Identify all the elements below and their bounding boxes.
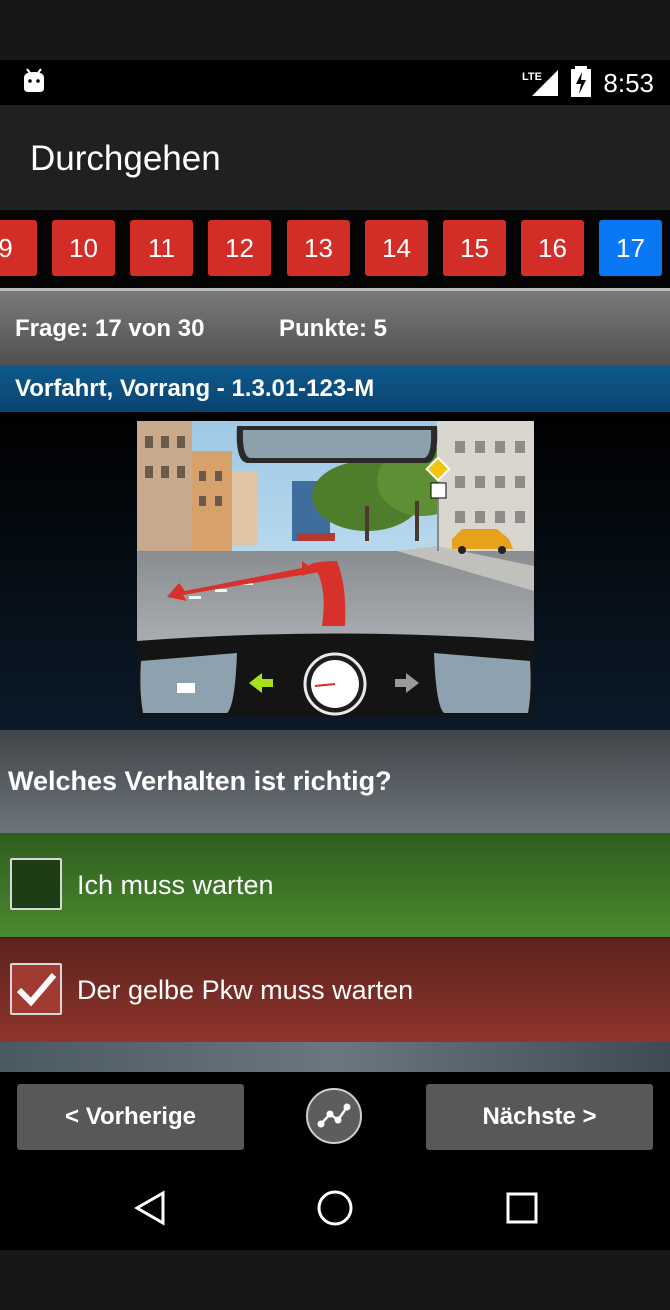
question-number-button[interactable]: 15 <box>443 220 506 276</box>
question-number-button[interactable]: 11 <box>130 220 193 276</box>
answer-label: Ich muss warten <box>77 870 274 900</box>
info-bar: Frage: 17 von 30 Punkte: 5 <box>0 291 670 365</box>
answer-checkbox-unchecked[interactable] <box>10 858 62 910</box>
chart-line-icon <box>317 1103 351 1128</box>
question-image <box>137 421 534 718</box>
points-counter: Punkte: 5 <box>279 315 388 342</box>
navigation-bar: < Vorherige Nächste > <box>0 1072 670 1164</box>
statistics-button[interactable] <box>306 1088 362 1144</box>
question-number-button-current[interactable]: 17 <box>599 220 662 276</box>
answer-checkbox-checked[interactable] <box>10 963 62 1015</box>
question-number-strip[interactable]: 9 10 11 12 13 14 15 16 17 <box>0 210 670 288</box>
system-navigation-bar <box>0 1164 670 1250</box>
android-icon <box>24 68 44 92</box>
top-spacer <box>0 0 670 60</box>
checkmark-icon <box>16 973 57 1007</box>
question-counter: Frage: 17 von 30 <box>15 315 205 342</box>
question-bar: Welches Verhalten ist richtig? <box>0 730 670 833</box>
app-bar: Durchgehen <box>0 105 670 210</box>
category-label: Vorfahrt, Vorrang - 1.3.01-123-M <box>15 375 375 402</box>
recents-icon[interactable] <box>502 1188 542 1228</box>
question-number-button[interactable]: 12 <box>208 220 271 276</box>
previous-button[interactable]: < Vorherige <box>17 1084 244 1150</box>
svg-text:LTE: LTE <box>522 71 542 83</box>
lte-signal-icon: LTE <box>522 70 558 96</box>
content-footer-gap <box>0 1042 670 1072</box>
question-number-button[interactable]: 16 <box>521 220 584 276</box>
question-number-button[interactable]: 10 <box>52 220 115 276</box>
question-text: Welches Verhalten ist richtig? <box>8 766 392 796</box>
clock: 8:53 <box>603 68 654 98</box>
next-button[interactable]: Nächste > <box>426 1084 653 1150</box>
answer-option[interactable]: Ich muss warten <box>0 833 670 937</box>
status-bar: LTE 8:53 <box>0 60 670 105</box>
answer-option[interactable]: Der gelbe Pkw muss warten <box>0 938 670 1042</box>
bottom-spacer <box>0 1250 670 1310</box>
question-number-button[interactable]: 9 <box>0 220 37 276</box>
category-bar: Vorfahrt, Vorrang - 1.3.01-123-M <box>0 365 670 412</box>
page-title: Durchgehen <box>30 139 221 178</box>
battery-charging-icon <box>571 66 591 97</box>
question-number-button[interactable]: 13 <box>287 220 350 276</box>
home-icon[interactable] <box>315 1188 355 1228</box>
answer-label: Der gelbe Pkw muss warten <box>77 975 414 1005</box>
back-icon[interactable] <box>130 1188 170 1228</box>
question-image-area <box>0 412 670 730</box>
question-number-button[interactable]: 14 <box>365 220 428 276</box>
